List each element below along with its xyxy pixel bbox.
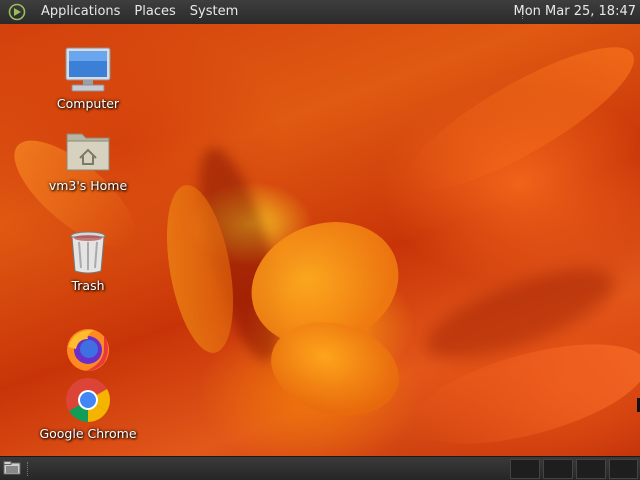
desktop-icon-label: Google Chrome xyxy=(39,426,137,441)
bottom-panel xyxy=(0,456,640,480)
panel-separator xyxy=(27,462,30,476)
desktop-icon-label: Trash xyxy=(71,278,105,293)
firefox-icon xyxy=(64,325,112,373)
home-folder-icon xyxy=(64,128,112,176)
menu-places[interactable]: Places xyxy=(127,0,182,24)
computer-icon xyxy=(64,46,112,94)
trash-icon xyxy=(64,228,112,276)
workspace-1[interactable] xyxy=(510,459,540,479)
desktop-icon-trash[interactable]: Trash xyxy=(38,228,138,293)
desktop-icon-label: Computer xyxy=(56,96,120,111)
top-panel: Applications Places System Mon Mar 25, 1… xyxy=(0,0,640,24)
desktop-icon-computer[interactable]: Computer xyxy=(38,46,138,111)
distro-logo-icon[interactable] xyxy=(6,1,28,23)
workspace-4[interactable] xyxy=(609,459,638,479)
menu-applications[interactable]: Applications xyxy=(34,0,127,24)
workspace-2[interactable] xyxy=(543,459,573,479)
desktop-icon-home[interactable]: vm3's Home xyxy=(38,128,138,193)
menu-system[interactable]: System xyxy=(183,0,245,24)
desktop-icon-firefox[interactable] xyxy=(38,325,138,375)
chrome-icon xyxy=(64,376,112,424)
show-desktop-icon[interactable] xyxy=(3,461,21,476)
workspace-3[interactable] xyxy=(576,459,606,479)
desktop-icon-label: vm3's Home xyxy=(48,178,128,193)
desktop-icon-chrome[interactable]: Google Chrome xyxy=(38,376,138,441)
clock[interactable]: Mon Mar 25, 18:47 xyxy=(514,0,636,24)
